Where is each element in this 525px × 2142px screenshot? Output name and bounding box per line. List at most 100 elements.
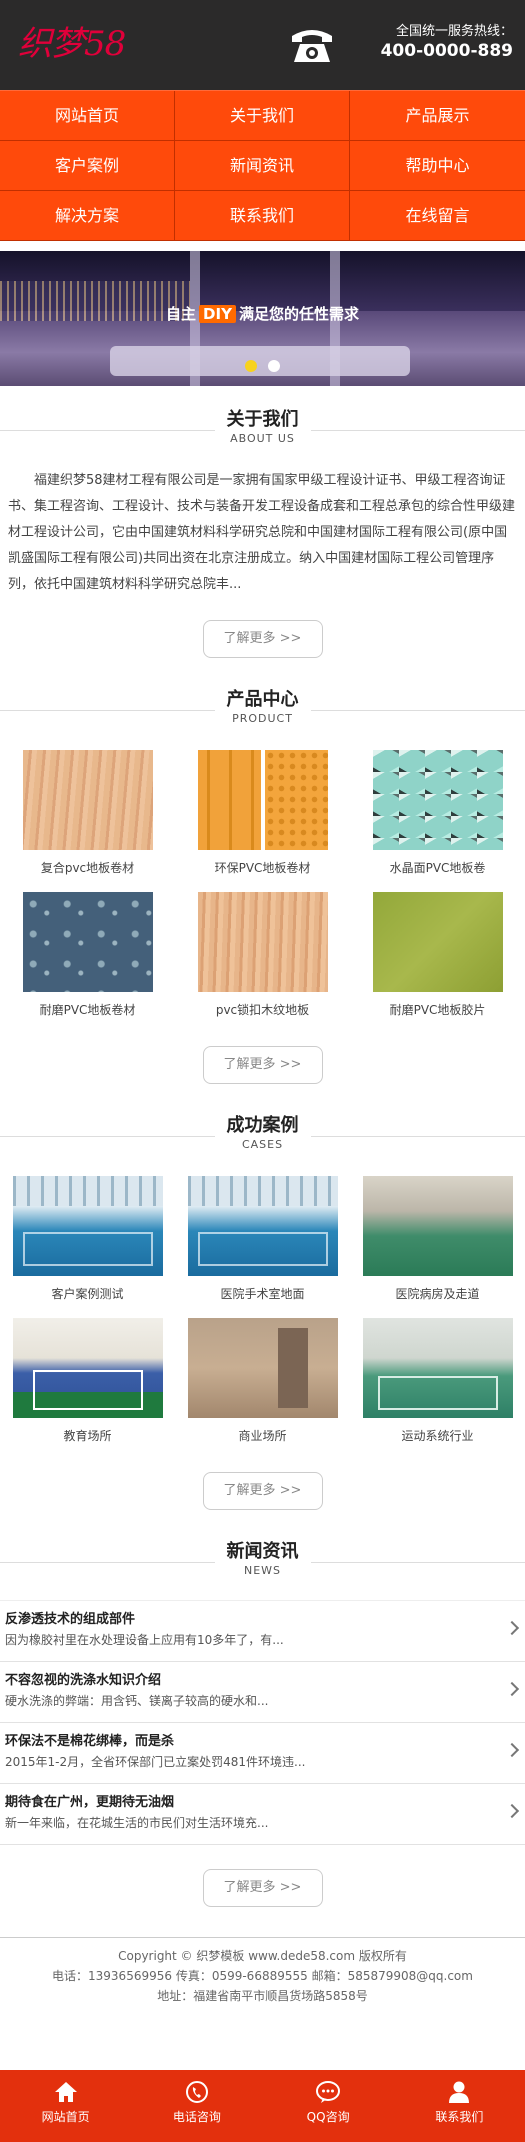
nav-item-help[interactable]: 帮助中心 [350,141,525,191]
products-more-button[interactable]: 了解更多 >> [202,1046,323,1084]
case-card[interactable]: 客户案例测试 [0,1176,175,1306]
product-card[interactable]: pvc锁扣木纹地板 [175,892,350,1022]
about-more-button[interactable]: 了解更多 >> [202,620,323,658]
hotline-label: 全国统一服务热线： [395,24,513,39]
case-name[interactable]: 医院手术室地面 [175,1286,350,1306]
news-more-button[interactable]: 了解更多 >> [202,1869,323,1907]
product-image[interactable] [22,750,153,850]
tab-home-label[interactable]: 网站首页 [42,2110,90,2124]
product-card[interactable]: 水晶面PVC地板卷 [350,750,525,880]
cases-more-button[interactable]: 了解更多 >> [202,1472,323,1510]
case-image[interactable] [187,1318,338,1418]
product-image[interactable] [22,892,153,992]
products-title-cn: 产品中心 [226,689,299,710]
case-card[interactable]: 教育场所 [0,1318,175,1448]
case-name[interactable]: 客户案例测试 [0,1286,175,1306]
news-item[interactable]: 期待食在广州，更期待无油烟 新一年来临，在花城生活的市民们对生活环境充... [0,1784,525,1845]
tab-contact-label[interactable]: 联系我们 [435,2110,483,2124]
case-grid: 客户案例测试 医院手术室地面 医院病房及走道 教育场所 商业场所 运动系统行业 [0,1176,525,1448]
footer-copyright: Copyright © 织梦模板 www.dede58.com 版权所有 [118,1949,407,1963]
case-image[interactable] [12,1176,163,1276]
product-image[interactable] [197,892,328,992]
nav-item-contact[interactable]: 联系我们 [175,191,350,241]
case-card[interactable]: 医院手术室地面 [175,1176,350,1306]
product-name[interactable]: 耐磨PVC地板胶片 [350,1002,525,1022]
case-name[interactable]: 商业场所 [175,1428,350,1448]
news-title-en: NEWS [243,1564,282,1577]
site-header: 织梦58 全国统一服务热线： 400-0000-889 [0,0,525,90]
tab-qq-label[interactable]: QQ咨询 [307,2110,350,2124]
footer-contact: 电话：13936569956 传真：0599-66889555 邮箱：58587… [52,1969,473,1983]
banner-dot-2[interactable] [268,360,281,372]
case-name[interactable]: 运动系统行业 [350,1428,525,1448]
case-card[interactable]: 商业场所 [175,1318,350,1448]
home-icon[interactable] [53,2080,79,2104]
product-name[interactable]: 环保PVC地板卷材 [175,860,350,880]
product-name[interactable]: 耐磨PVC地板卷材 [0,1002,175,1022]
phone-icon[interactable] [184,2080,210,2104]
nav-item-news[interactable]: 新闻资讯 [175,141,350,191]
case-card[interactable]: 医院病房及走道 [350,1176,525,1306]
news-item-title[interactable]: 反渗透技术的组成部件 [5,1610,495,1630]
chevron-right-icon[interactable] [504,1742,520,1758]
tab-contact[interactable]: 联系我们 [394,2070,525,2142]
nav-item-home[interactable]: 网站首页 [0,91,175,141]
tab-qq[interactable]: QQ咨询 [263,2070,394,2142]
case-image[interactable] [187,1176,338,1276]
case-card[interactable]: 运动系统行业 [350,1318,525,1448]
nav-item-solutions[interactable]: 解决方案 [0,191,175,241]
chevron-right-icon[interactable] [504,1803,520,1819]
about-text: 福建织梦58建材工程有限公司是一家拥有国家甲级工程设计证书、甲级工程咨询证书、集… [8,473,516,592]
nav-item-message[interactable]: 在线留言 [350,191,525,241]
product-image[interactable] [372,892,503,992]
product-card[interactable]: 耐磨PVC地板卷材 [0,892,175,1022]
hero-banner[interactable]: 自主 DIY 满足您的任性需求 [0,251,525,386]
product-image[interactable] [197,750,328,850]
chat-icon[interactable] [315,2080,341,2104]
product-name[interactable]: pvc锁扣木纹地板 [175,1002,350,1022]
tab-phone-label[interactable]: 电话咨询 [173,2110,221,2124]
banner-diy-tag: DIY [199,305,236,323]
news-title: 新闻资讯 NEWS [0,1540,525,1588]
case-image[interactable] [362,1318,513,1418]
case-image[interactable] [12,1318,163,1418]
bottom-tabbar: 网站首页 电话咨询 QQ咨询 联系我们 [0,2070,525,2142]
tab-phone[interactable]: 电话咨询 [131,2070,262,2142]
news-item[interactable]: 不容忽视的洗涤水知识介绍 硬水洗涤的弊端：用含钙、镁离子较高的硬水和... [0,1662,525,1723]
product-grid: 复合pvc地板卷材 环保PVC地板卷材 水晶面PVC地板卷 耐磨PVC地板卷材 … [0,750,525,1022]
product-card[interactable]: 复合pvc地板卷材 [0,750,175,880]
case-image[interactable] [362,1176,513,1276]
user-icon[interactable] [446,2080,472,2104]
nav-item-cases[interactable]: 客户案例 [0,141,175,191]
news-item-title[interactable]: 环保法不是棉花绑棒，而是杀 [5,1732,495,1752]
hotline-number[interactable]: 400-0000-889 [381,40,513,62]
news-item[interactable]: 环保法不是棉花绑棒，而是杀 2015年1-2月，全省环保部门已立案处罚481件环… [0,1723,525,1784]
news-item[interactable]: 反渗透技术的组成部件 因为橡胶衬里在水处理设备上应用有10多年了，有... [0,1601,525,1662]
case-name[interactable]: 医院病房及走道 [350,1286,525,1306]
product-card[interactable]: 耐磨PVC地板胶片 [350,892,525,1022]
telephone-icon[interactable] [288,22,336,66]
product-image[interactable] [372,750,503,850]
news-section: 新闻资讯 NEWS 反渗透技术的组成部件 因为橡胶衬里在水处理设备上应用有10多… [0,1540,525,1907]
about-title-en: ABOUT US [230,432,295,445]
product-card[interactable]: 环保PVC地板卷材 [175,750,350,880]
chevron-right-icon[interactable] [504,1681,520,1697]
nav-item-products[interactable]: 产品展示 [350,91,525,141]
hotline: 全国统一服务热线： 400-0000-889 [381,24,513,62]
product-name[interactable]: 水晶面PVC地板卷 [350,860,525,880]
banner-dot-1[interactable] [244,360,257,372]
products-title: 产品中心 PRODUCT [0,688,525,736]
chevron-right-icon[interactable] [504,1620,520,1636]
site-footer: Copyright © 织梦模板 www.dede58.com 版权所有 电话：… [0,1937,525,2033]
tab-home[interactable]: 网站首页 [0,2070,131,2142]
banner-slogan-before: 自主 [166,305,197,323]
case-name[interactable]: 教育场所 [0,1428,175,1448]
news-item-title[interactable]: 不容忽视的洗涤水知识介绍 [5,1671,495,1691]
product-name[interactable]: 复合pvc地板卷材 [0,860,175,880]
news-item-title[interactable]: 期待食在广州，更期待无油烟 [5,1793,495,1813]
cases-section: 成功案例 CASES 客户案例测试 医院手术室地面 医院病房及走道 教育场所 商… [0,1114,525,1510]
nav-item-about[interactable]: 关于我们 [175,91,350,141]
site-logo[interactable]: 织梦58 [18,22,126,66]
news-item-desc: 新一年来临，在花城生活的市民们对生活环境充... [5,1816,269,1830]
news-item-desc: 硬水洗涤的弊端：用含钙、镁离子较高的硬水和... [5,1694,269,1708]
